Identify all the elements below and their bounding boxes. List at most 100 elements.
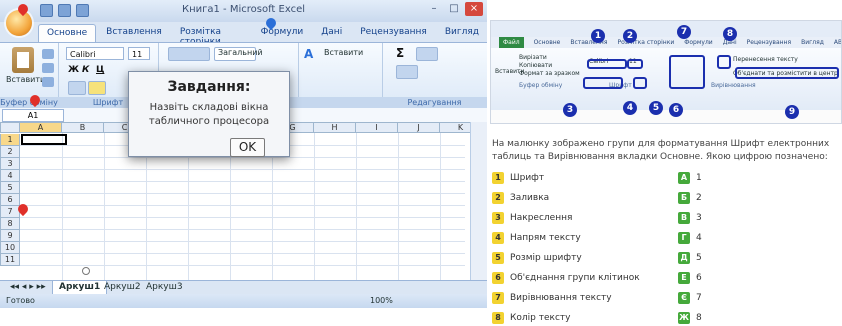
marker-6: 6 (669, 103, 683, 117)
option-text: Вирівнювання тексту (510, 293, 612, 303)
marker-2: 2 (623, 29, 637, 43)
answer-letter: Ж (678, 312, 690, 324)
ref-clipboard-group: Буфер обміну (519, 82, 563, 89)
column-header[interactable]: B (62, 122, 104, 133)
answer-item[interactable]: Б 2 (678, 192, 738, 206)
option-number: 2 (492, 192, 504, 204)
row-header[interactable]: 9 (0, 230, 20, 242)
answer-value: 2 (696, 193, 702, 203)
bottom-strip (0, 308, 487, 320)
column-header[interactable]: H (314, 122, 356, 133)
row-header[interactable]: 10 (0, 242, 20, 254)
row-header[interactable]: 3 (0, 158, 20, 170)
paste-label: Вставити (6, 75, 46, 84)
row-header[interactable]: 2 (0, 146, 20, 158)
ref-tab-formulas: Формули (684, 39, 713, 46)
name-box[interactable]: A1 (2, 109, 64, 122)
highlight-style-buttons (583, 77, 623, 89)
answer-item[interactable]: В 3 (678, 212, 738, 226)
zoom-level[interactable]: 100% (370, 294, 393, 308)
window-controls: – □ × (425, 2, 483, 16)
tab-data[interactable]: Дані (313, 24, 350, 42)
copy-icon[interactable] (42, 63, 54, 73)
option-text: Колір тексту (510, 313, 571, 323)
answer-item[interactable]: А 1 (678, 172, 738, 186)
font-name-select[interactable]: Calibri (66, 47, 124, 60)
sheet-tabs-bar: ◂◂ ◂ ▸ ▸▸ Аркуш1 Аркуш2 Аркуш3 (0, 280, 487, 295)
format-painter-icon[interactable] (42, 77, 54, 87)
option-number: 5 (492, 252, 504, 264)
find-icon[interactable] (396, 65, 418, 79)
sheet-nav-icons[interactable]: ◂◂ ◂ ▸ ▸▸ (4, 281, 52, 294)
option-item[interactable]: 4 Напрям тексту (492, 232, 692, 246)
option-number: 7 (492, 292, 504, 304)
option-item[interactable]: 6 Об'єднання групи клітинок (492, 272, 692, 286)
sort-filter-icon[interactable] (416, 47, 438, 61)
marker-4: 4 (623, 101, 637, 115)
option-number: 4 (492, 232, 504, 244)
styles-group-label (298, 97, 382, 108)
answer-item[interactable]: Д 5 (678, 252, 738, 266)
answer-item[interactable]: Г 4 (678, 232, 738, 246)
row-header[interactable]: 11 (0, 254, 20, 266)
answer-value: 7 (696, 293, 702, 303)
row-header[interactable]: 4 (0, 170, 20, 182)
ref-align-group: Вирівнювання (711, 82, 756, 89)
option-item[interactable]: 8 Колір тексту (492, 312, 692, 326)
insert-cells-label[interactable]: Вставити (324, 48, 363, 57)
window-title: Книга1 - Microsoft Excel (181, 4, 306, 15)
marker-3: 3 (563, 103, 577, 117)
sheet-tab-3[interactable]: Аркуш3 (140, 281, 189, 294)
answer-item[interactable]: Ж 8 (678, 312, 738, 326)
font-size-select[interactable]: 11 (128, 47, 150, 60)
paste-button[interactable]: Вставити (6, 47, 45, 84)
ok-button[interactable]: OK (230, 138, 265, 157)
font-a-icon[interactable]: A (304, 47, 313, 61)
column-header[interactable]: A (20, 122, 62, 133)
close-icon[interactable]: × (465, 2, 483, 16)
tab-review[interactable]: Рецензування (352, 24, 435, 42)
tab-formulas[interactable]: Формули (253, 24, 312, 42)
title-bar: Книга1 - Microsoft Excel – □ × (0, 0, 487, 22)
align-buttons[interactable] (168, 47, 210, 61)
underline-button[interactable]: Ц (96, 65, 104, 75)
tab-view[interactable]: Вигляд (437, 24, 487, 42)
tab-home[interactable]: Основне (38, 24, 97, 42)
option-number: 3 (492, 212, 504, 224)
answer-item[interactable]: Е 6 (678, 272, 738, 286)
tab-insert[interactable]: Вставлення (98, 24, 170, 42)
tab-page-layout[interactable]: Розмітка сторінки (172, 24, 251, 47)
option-item[interactable]: 5 Розмір шрифту (492, 252, 692, 266)
fill-color-icon[interactable] (88, 81, 106, 95)
answer-value: 8 (696, 313, 702, 323)
option-item[interactable]: 3 Накреслення (492, 212, 692, 226)
minimize-icon[interactable]: – (425, 2, 443, 16)
column-header[interactable]: J (398, 122, 440, 133)
select-all-corner[interactable] (0, 122, 20, 133)
cut-icon[interactable] (42, 49, 54, 59)
answer-item[interactable]: Є 7 (678, 292, 738, 306)
option-item[interactable]: 1 Шрифт (492, 172, 692, 186)
row-header[interactable]: 1 (0, 134, 20, 146)
borders-icon[interactable] (68, 81, 86, 95)
office-button[interactable] (6, 10, 32, 36)
vertical-scrollbar[interactable] (470, 122, 487, 280)
editing-group-label: Редагування (382, 97, 487, 108)
marker-9: 9 (785, 105, 799, 119)
row-header[interactable]: 8 (0, 218, 20, 230)
autosum-icon[interactable]: Σ (396, 46, 404, 60)
answer-letter: В (678, 212, 690, 224)
grid-line (398, 133, 399, 280)
maximize-icon[interactable]: □ (445, 2, 463, 16)
option-item[interactable]: 7 Вирівнювання тексту (492, 292, 692, 306)
bold-button[interactable]: Ж (68, 65, 79, 75)
italic-button[interactable]: К (82, 65, 89, 75)
grid-line (356, 133, 357, 280)
option-item[interactable]: 2 Заливка (492, 192, 692, 206)
highlight-alignment (669, 55, 705, 89)
ref-title-bar (491, 21, 841, 37)
row-header[interactable]: 6 (0, 194, 20, 206)
active-cell[interactable] (21, 134, 67, 145)
column-header[interactable]: I (356, 122, 398, 133)
row-header[interactable]: 5 (0, 182, 20, 194)
